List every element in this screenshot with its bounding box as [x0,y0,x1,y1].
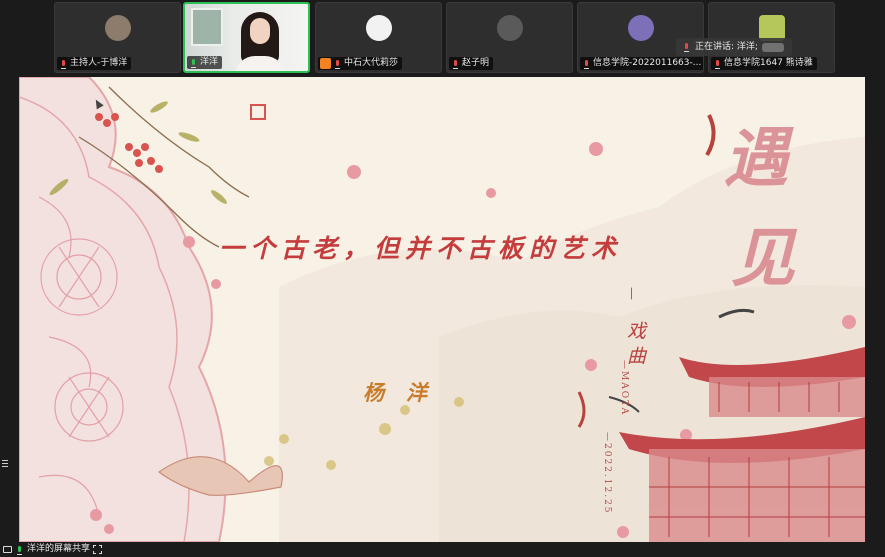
avatar [627,15,654,41]
mic-live-icon [189,58,198,68]
participant-tile-3[interactable]: 中石大代莉莎 [315,2,442,73]
screen-share-label[interactable]: 洋洋的屏幕共享 [3,543,103,556]
slide-author: 杨洋 [363,380,449,405]
participant-name: 信息学院-2022011663-... [593,58,702,68]
avatar [104,15,131,41]
slide-signature: —MAOTA [619,360,629,417]
share-status-bar: 洋洋的屏幕共享 [0,542,885,557]
slide-headline: 一个古老，但并不古板的艺术 [219,234,623,263]
avatar [496,15,523,41]
speaker-avatar-chip [761,42,784,52]
speaking-indicator: 正在讲话: 洋洋; [676,38,792,56]
slide-date: —2022.12.25 [602,432,612,515]
participant-name: 信息学院1647 熊诗雅 [724,58,813,68]
expand-icon[interactable] [93,545,103,554]
participant-name: 中石大代莉莎 [344,58,399,68]
participant-namebar: 赵子明 [449,57,494,70]
speaking-label: 正在讲话: 洋洋; [695,42,758,52]
participant-namebar: 洋洋 [187,56,223,69]
participant-tile-4[interactable]: 赵子明 [446,2,573,73]
shared-screen: 一个古老，但并不古板的艺术 遇 见 — 戏曲 杨洋 —MAOTA —2022.1… [19,77,865,542]
window-background [191,8,223,46]
participant-namebar: 信息学院1647 熊诗雅 [711,57,817,70]
participant-name: 赵子明 [462,58,490,68]
participant-name: 洋洋 [200,57,219,67]
participant-namebar: 主持人-于博洋 [57,57,132,70]
avatar [365,15,392,41]
mic-muted-icon [59,59,68,69]
orange-square-icon [320,58,331,69]
participant-strip: 主持人-于博洋 洋洋 中石大代莉莎 赵子明 信息学院-2022011663-..… [0,0,885,76]
participant-name: 主持人-于博洋 [70,58,128,68]
meeting-window: 主持人-于博洋 洋洋 中石大代莉莎 赵子明 信息学院-2022011663-..… [0,0,885,557]
participant-namebar: 信息学院-2022011663-... [580,57,703,70]
presenter-figure [235,12,285,71]
participant-namebar: 中石大代莉莎 [318,57,403,70]
side-menu-handle[interactable] [2,460,10,470]
mic-muted-icon [582,59,591,69]
slide-big-char-1: 遇 [724,121,788,196]
mic-muted-icon [451,59,460,69]
participant-tile-1[interactable]: 主持人-于博洋 [54,2,181,73]
slide-dash: — [624,287,639,306]
mic-live-icon [15,545,24,555]
mic-icon [682,42,691,52]
screen-share-icon [3,546,12,553]
slide-big-char-2: 见 [731,221,795,296]
mic-muted-icon [713,59,722,69]
share-label-text: 洋洋的屏幕共享 [27,544,91,554]
mic-muted-icon [333,59,342,69]
participant-tile-2[interactable]: 洋洋 [183,2,310,73]
